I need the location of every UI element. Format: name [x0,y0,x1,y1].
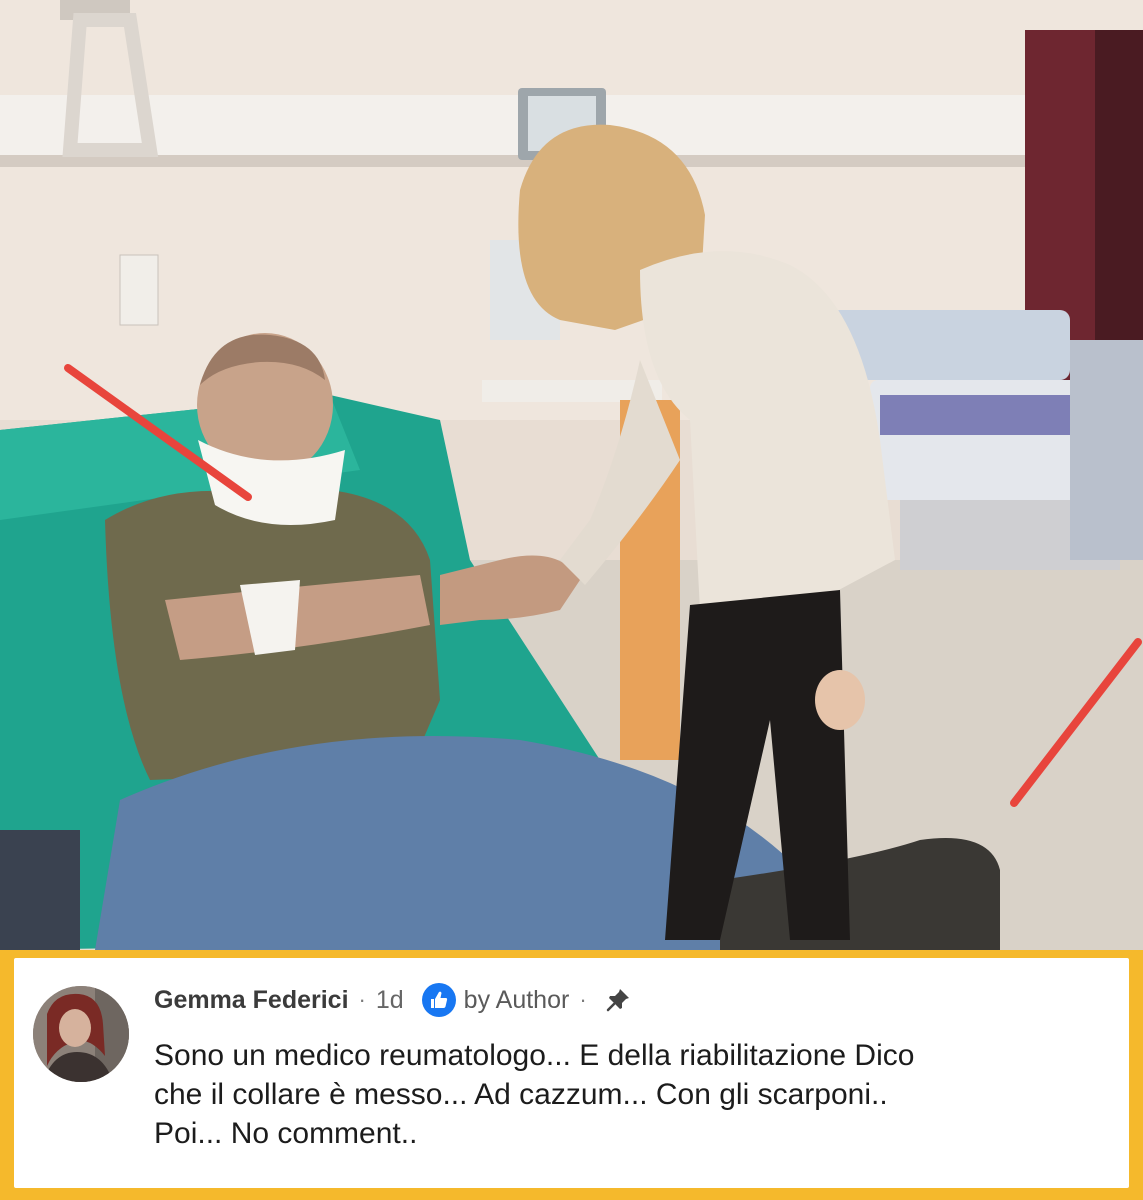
thumbs-up-icon [421,983,456,1017]
highlighted-comment-frame: Gemma Federici · 1d by Author · Sono un … [0,950,1143,1200]
hospital-room-illustration [0,0,1143,950]
comment-header: Gemma Federici · 1d by Author · [154,982,631,1018]
comment-line: che il collare è messo... Ad cazzum... C… [154,1078,888,1111]
comment-line: Sono un medico reumatologo... E della ri… [154,1039,915,1072]
post-photo [0,0,1143,950]
pin-icon [605,987,631,1013]
comment-line: Poi... No comment.. [154,1117,418,1150]
author-badge: by Author [463,985,570,1014]
separator-dot: · [358,987,366,1012]
avatar-photo [33,986,129,1082]
comment-author-name[interactable]: Gemma Federici [154,986,349,1015]
comment-body: Sono un medico reumatologo... E della ri… [154,1036,1104,1153]
separator-dot-2: · [579,987,587,1012]
avatar[interactable] [33,986,129,1082]
comment-card: Gemma Federici · 1d by Author · Sono un … [14,958,1129,1188]
comment-timestamp[interactable]: 1d [376,986,404,1015]
